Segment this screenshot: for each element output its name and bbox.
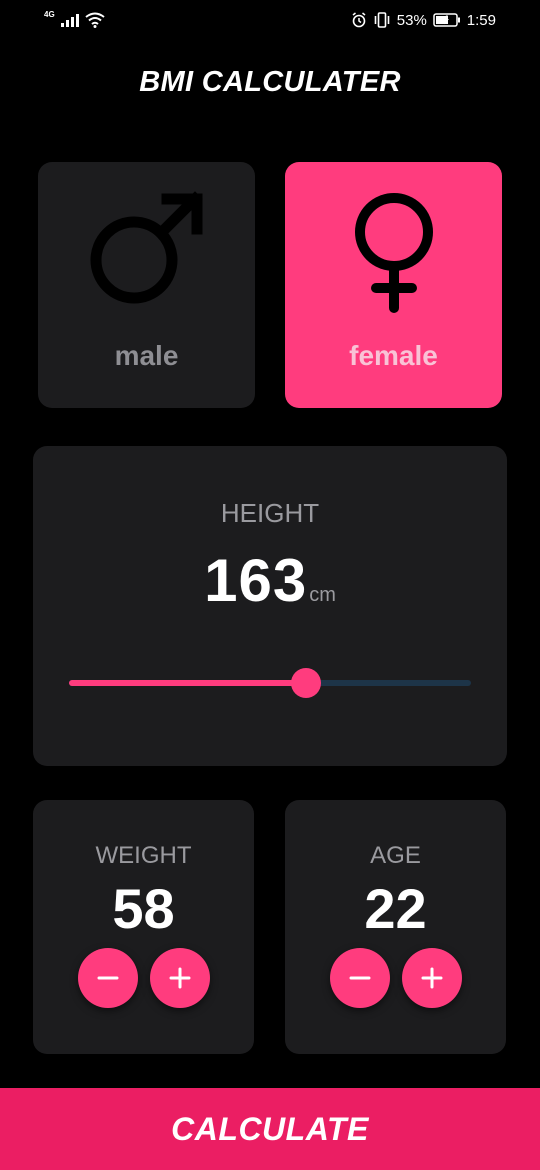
age-card: AGE 22 <box>285 800 506 1054</box>
height-label: HEIGHT <box>220 498 320 528</box>
slider-fill <box>69 680 307 686</box>
male-card[interactable]: male <box>38 162 255 408</box>
status-right: 53% 1:59 <box>351 12 496 29</box>
weight-value: 58 <box>112 877 175 940</box>
calculate-button[interactable]: CALCULATE <box>0 1088 540 1170</box>
weight-decrement-button[interactable] <box>77 948 138 1008</box>
weight-label: WEIGHT <box>95 842 192 869</box>
height-value: 163 <box>204 547 308 614</box>
age-value: 22 <box>364 877 427 940</box>
battery-percent: 53% <box>396 11 427 29</box>
female-card[interactable]: female <box>285 162 502 408</box>
minus-icon <box>349 976 370 980</box>
height-unit: cm <box>309 584 336 606</box>
wifi-icon <box>85 12 105 28</box>
female-symbol-icon <box>285 190 502 316</box>
app-title: BMI CALCULATER <box>139 66 401 98</box>
clock-time: 1:59 <box>466 11 496 29</box>
battery-icon <box>433 13 461 27</box>
height-card: HEIGHT 163 cm <box>33 446 507 766</box>
bmi-screen: 4G 53% 1:59 BMI CALCULATER male female H… <box>0 0 540 1170</box>
height-value-row: 163 cm <box>33 546 507 615</box>
age-controls <box>285 948 506 1008</box>
plus-icon <box>169 967 190 989</box>
male-symbol-icon <box>38 190 255 310</box>
male-label: male <box>114 340 179 371</box>
status-left: 4G <box>44 9 105 28</box>
weight-card: WEIGHT 58 <box>33 800 254 1054</box>
weight-increment-button[interactable] <box>149 948 210 1008</box>
age-increment-button[interactable] <box>401 948 462 1008</box>
height-slider[interactable] <box>69 668 471 698</box>
slider-thumb[interactable] <box>291 668 322 698</box>
weight-controls <box>33 948 254 1008</box>
signal-icon <box>60 13 79 27</box>
network-type: 4G <box>44 9 55 19</box>
vibrate-icon <box>373 12 391 28</box>
status-bar: 4G 53% 1:59 <box>0 0 540 40</box>
alarm-icon <box>351 12 367 28</box>
calculate-label: CALCULATE <box>171 1110 369 1147</box>
plus-icon <box>421 967 442 989</box>
age-decrement-button[interactable] <box>329 948 390 1008</box>
female-label: female <box>349 340 438 371</box>
minus-icon <box>97 976 118 980</box>
age-label: AGE <box>370 842 421 869</box>
